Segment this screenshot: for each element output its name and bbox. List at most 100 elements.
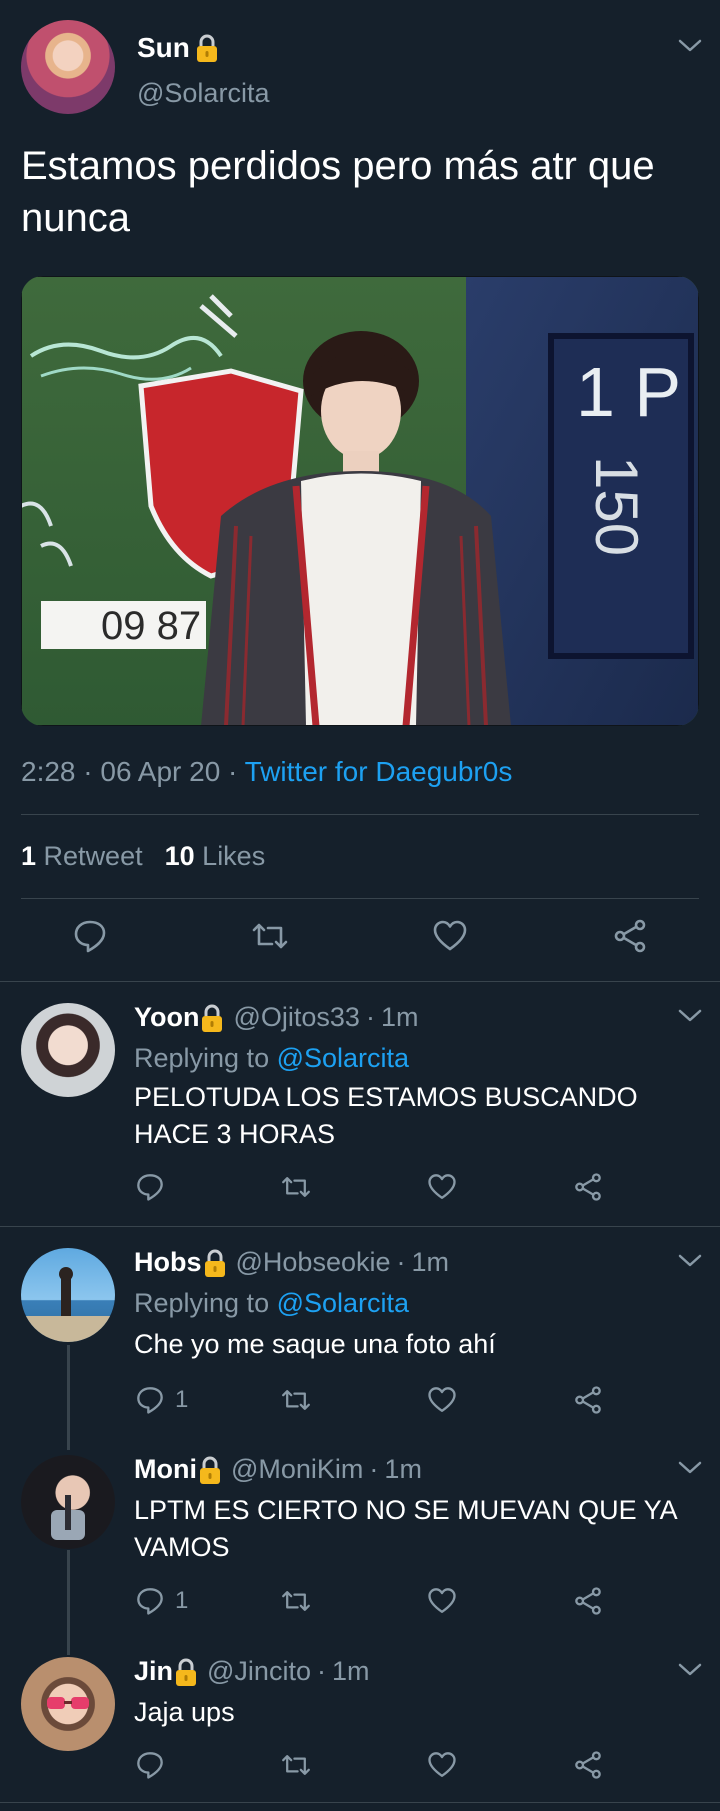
share-button[interactable] — [573, 1586, 603, 1616]
tweet-stats: 1 Retweet 10 Likes — [21, 841, 265, 872]
share-icon — [614, 919, 646, 953]
reply-time: 1m — [380, 1002, 419, 1032]
author-name-row[interactable]: Sun — [137, 32, 220, 64]
section-divider — [0, 1802, 720, 1803]
tweet-actions — [0, 918, 720, 958]
author-handle[interactable]: @Solarcita — [137, 78, 269, 109]
reply-icon — [137, 1752, 163, 1779]
replying-to-handle[interactable]: @Solarcita — [277, 1043, 409, 1073]
share-icon — [575, 1386, 601, 1414]
reply-time: 1m — [411, 1247, 450, 1277]
reply-author-name[interactable]: Moni — [134, 1454, 197, 1485]
author-avatar[interactable] — [21, 20, 115, 114]
share-button[interactable] — [612, 918, 648, 954]
like-button[interactable] — [427, 1385, 457, 1415]
reply-button[interactable]: 1 — [135, 1385, 188, 1415]
likes-stat[interactable]: 10 Likes — [165, 841, 266, 872]
share-button[interactable] — [573, 1750, 603, 1780]
replying-to-label: Replying to — [134, 1288, 270, 1318]
heart-icon — [428, 1752, 456, 1777]
lock-icon — [199, 1003, 225, 1033]
reply-button[interactable] — [135, 1172, 175, 1202]
replying-to: Replying to @Solarcita — [134, 1043, 409, 1074]
retweets-stat[interactable]: 1 Retweet — [21, 841, 143, 872]
tweet-meta: 2:28 · 06 Apr 20 · Twitter for Daegubr0s — [21, 756, 512, 788]
share-icon — [575, 1173, 601, 1201]
tweet-time: 2:28 — [21, 756, 76, 787]
tweet-text: Estamos perdidos pero más atr que nunca — [21, 144, 655, 240]
share-icon — [575, 1587, 601, 1615]
lock-icon — [173, 1657, 199, 1687]
reply-author-name[interactable]: Yoon — [134, 1002, 199, 1033]
reply-button[interactable] — [135, 1750, 175, 1780]
meta-separator: · — [365, 1002, 375, 1032]
meta-separator: · — [316, 1656, 326, 1686]
reply-avatar[interactable] — [21, 1455, 115, 1549]
lock-icon — [197, 1455, 223, 1485]
reply-header: Yoon @Ojitos33 · 1m — [134, 1002, 418, 1033]
reply-author-handle[interactable]: @Hobseokie — [236, 1247, 391, 1278]
heart-icon — [428, 1387, 456, 1412]
chevron-down-icon[interactable] — [677, 38, 703, 54]
reply-avatar[interactable] — [21, 1657, 115, 1751]
replying-to-handle[interactable]: @Solarcita — [277, 1288, 409, 1318]
divider — [21, 814, 699, 815]
reply-time: 1m — [384, 1454, 422, 1484]
chevron-down-icon[interactable] — [677, 1008, 703, 1024]
replying-to-label: Replying to — [134, 1043, 270, 1073]
retweets-label: Retweet — [43, 841, 143, 871]
retweet-button[interactable] — [280, 1385, 312, 1415]
reply-text: LPTM ES CIERTO NO SE MUEVAN QUE YA VAMOS — [134, 1495, 677, 1562]
share-icon — [575, 1751, 601, 1779]
reply-author-handle[interactable]: @Ojitos33 — [233, 1002, 359, 1033]
reply-text: PELOTUDA LOS ESTAMOS BUSCANDO HACE 3 HOR… — [134, 1082, 638, 1149]
chevron-down-icon[interactable] — [677, 1253, 703, 1269]
retweet-button[interactable] — [280, 1586, 312, 1616]
retweet-icon — [282, 1755, 310, 1775]
section-divider — [0, 1226, 720, 1227]
reply-author-handle[interactable]: @MoniKim — [231, 1454, 363, 1485]
reply-count: 1 — [175, 1386, 189, 1413]
lock-icon — [202, 1248, 228, 1278]
reply-header: Moni @MoniKim · 1m — [134, 1454, 422, 1485]
reply-button[interactable]: 1 — [135, 1586, 188, 1616]
retweet-button[interactable] — [280, 1172, 312, 1202]
reply-icon — [137, 1387, 163, 1414]
section-divider — [0, 981, 720, 982]
heart-icon — [428, 1174, 456, 1199]
lock-icon — [194, 33, 220, 63]
divider — [21, 898, 699, 899]
like-button[interactable] — [427, 1750, 457, 1780]
likes-label: Likes — [202, 841, 266, 871]
photo-wall-text-2: 150 — [583, 456, 650, 556]
reply-avatar[interactable] — [21, 1003, 115, 1097]
reply-button[interactable] — [72, 918, 108, 954]
reply-author-handle[interactable]: @Jincito — [207, 1656, 311, 1687]
retweet-button[interactable] — [280, 1750, 312, 1780]
retweet-icon — [282, 1390, 310, 1410]
tweet-detail-page: Sun @Solarcita Estamos perdidos pero más… — [0, 0, 720, 1811]
like-button[interactable] — [432, 918, 468, 954]
tweet-photo[interactable]: 09 87 1 P 150 — [21, 276, 699, 726]
share-button[interactable] — [573, 1385, 603, 1415]
author-name[interactable]: Sun — [137, 32, 190, 64]
like-button[interactable] — [427, 1172, 457, 1202]
chevron-down-icon[interactable] — [677, 1662, 703, 1678]
reply-author-name[interactable]: Jin — [134, 1656, 173, 1687]
reply-header: Jin @Jincito · 1m — [134, 1656, 369, 1687]
retweet-button[interactable] — [250, 918, 290, 954]
photo-wall-text: 1 P — [576, 353, 681, 431]
like-button[interactable] — [427, 1586, 457, 1616]
tweet-source-link[interactable]: Twitter for Daegubr0s — [245, 756, 513, 787]
thread-line — [67, 1345, 70, 1450]
reply-icon — [137, 1174, 163, 1201]
heart-icon — [433, 920, 467, 951]
reply-icon — [74, 920, 106, 953]
reply-avatar[interactable] — [21, 1248, 115, 1342]
photo-sign-text: 09 87 — [101, 604, 201, 648]
tweet-date: 06 Apr 20 — [100, 756, 221, 787]
chevron-down-icon[interactable] — [677, 1460, 703, 1476]
reply-text: Jaja ups — [134, 1697, 235, 1727]
share-button[interactable] — [573, 1172, 603, 1202]
reply-author-name[interactable]: Hobs — [134, 1247, 202, 1278]
